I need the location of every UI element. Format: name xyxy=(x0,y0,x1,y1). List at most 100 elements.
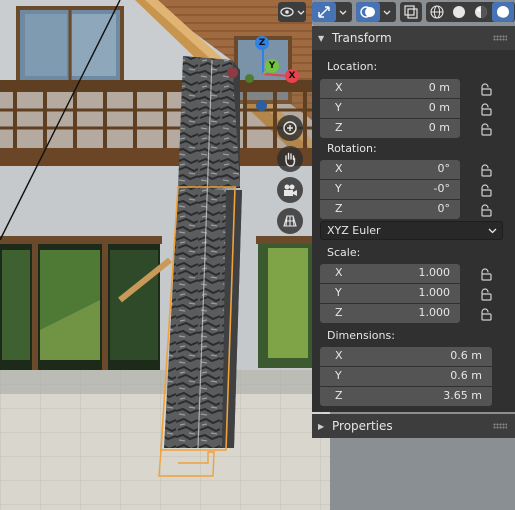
scale-z-field[interactable]: Z 1.000 xyxy=(320,304,460,323)
transform-panel-title: Transform xyxy=(332,31,392,45)
shading-material-button[interactable] xyxy=(470,2,492,22)
scale-y-value: 1.000 xyxy=(418,286,451,299)
drag-grip-icon[interactable] xyxy=(493,35,507,41)
gizmo-axis-z-label: Z xyxy=(258,38,266,48)
expanded-triangle-icon: ▼ xyxy=(318,33,325,43)
rotation-y-lock-icon[interactable] xyxy=(478,182,494,198)
dimensions-z-label: Z xyxy=(335,389,343,402)
dimensions-label: Dimensions: xyxy=(327,329,395,342)
location-y-lock-icon[interactable] xyxy=(478,101,494,117)
xray-group xyxy=(400,2,422,22)
shading-solid-button[interactable] xyxy=(448,2,470,22)
transform-panel-body: Location: X 0 m Y 0 m Z 0 m Rotation: X … xyxy=(312,50,515,412)
visibility-dropdown[interactable] xyxy=(296,2,306,22)
location-x-label: X xyxy=(335,81,343,94)
xray-toggle-button[interactable] xyxy=(400,2,422,22)
pan-button[interactable] xyxy=(277,146,303,172)
gizmo-axis-y-label: Y xyxy=(268,61,276,71)
gizmo-toggle-button[interactable] xyxy=(312,2,336,22)
collapsed-triangle-icon: ▶ xyxy=(318,421,325,431)
xray-icon xyxy=(404,5,418,19)
location-x-field[interactable]: X 0 m xyxy=(320,79,460,98)
rotation-y-field[interactable]: Y -0° xyxy=(320,180,460,199)
dimensions-z-field[interactable]: Z 3.65 m xyxy=(320,387,492,406)
rotation-mode-value: XYZ Euler xyxy=(327,224,381,237)
scale-x-label: X xyxy=(335,266,343,279)
rotation-z-value: 0° xyxy=(437,202,451,215)
shading-wireframe-button[interactable] xyxy=(426,2,448,22)
gizmo-axis-z[interactable]: Z xyxy=(255,36,269,50)
location-z-label: Z xyxy=(335,121,343,134)
viewport-overlay-group xyxy=(278,2,306,22)
rotation-label: Rotation: xyxy=(327,142,377,155)
overlays-toggle-button[interactable] xyxy=(356,2,380,22)
camera-view-button[interactable] xyxy=(277,177,303,203)
scale-y-field[interactable]: Y 1.000 xyxy=(320,284,460,303)
overlays-toggle-group xyxy=(356,2,396,22)
zoom-button[interactable] xyxy=(277,115,303,141)
location-label: Location: xyxy=(327,60,378,73)
solid-sphere-icon xyxy=(453,6,465,18)
scale-y-label: Y xyxy=(335,286,342,299)
visibility-eye-button[interactable] xyxy=(278,2,296,22)
rotation-x-lock-icon[interactable] xyxy=(478,162,494,178)
scale-z-lock-icon[interactable] xyxy=(478,306,494,322)
rotation-z-field[interactable]: Z 0° xyxy=(320,200,460,219)
hand-icon xyxy=(285,152,296,167)
gizmo-axis-neg-x[interactable] xyxy=(227,67,238,78)
drag-grip-icon[interactable] xyxy=(493,423,507,429)
location-z-value: 0 m xyxy=(428,121,450,134)
scale-z-value: 1.000 xyxy=(418,306,451,319)
rotation-x-field[interactable]: X 0° xyxy=(320,160,460,179)
rotation-x-value: 0° xyxy=(437,162,451,175)
wireframe-sphere-icon xyxy=(430,5,444,19)
shading-rendered-button[interactable] xyxy=(492,2,514,22)
dimensions-y-label: Y xyxy=(335,369,342,382)
gizmo-arrows-icon xyxy=(318,6,330,18)
location-y-value: 0 m xyxy=(428,101,450,114)
dimensions-x-value: 0.6 m xyxy=(450,349,482,362)
rotation-y-label: Y xyxy=(335,182,342,195)
location-x-value: 0 m xyxy=(428,81,450,94)
scale-x-lock-icon[interactable] xyxy=(478,266,494,282)
rendered-sphere-icon xyxy=(497,6,510,19)
dimensions-x-label: X xyxy=(335,349,343,362)
dimensions-y-field[interactable]: Y 0.6 m xyxy=(320,367,492,386)
rotation-z-lock-icon[interactable] xyxy=(478,202,494,218)
chevron-down-icon xyxy=(383,10,391,15)
shading-mode-group xyxy=(426,2,515,22)
perspective-toggle-button[interactable] xyxy=(277,208,303,234)
scale-label: Scale: xyxy=(327,246,361,259)
overlays-dropdown[interactable] xyxy=(380,2,394,22)
sidebar-panel: ▼ Transform Location: X 0 m Y 0 m Z 0 m … xyxy=(312,26,515,510)
overlays-icon xyxy=(360,6,375,18)
gizmo-axis-x[interactable]: X xyxy=(285,69,299,83)
material-sphere-icon xyxy=(475,6,487,18)
eye-icon xyxy=(280,7,294,17)
properties-panel-header[interactable]: ▶ Properties xyxy=(312,414,515,438)
rotation-mode-select[interactable]: XYZ Euler xyxy=(320,221,503,240)
rotation-x-label: X xyxy=(335,162,343,175)
chevron-down-icon xyxy=(339,10,347,15)
scale-z-label: Z xyxy=(335,306,343,319)
location-x-lock-icon[interactable] xyxy=(478,81,494,97)
location-z-field[interactable]: Z 0 m xyxy=(320,119,460,138)
scale-x-field[interactable]: X 1.000 xyxy=(320,264,460,283)
gizmo-toggle-group xyxy=(312,2,352,22)
transform-panel-header[interactable]: ▼ Transform xyxy=(312,26,515,50)
location-z-lock-icon[interactable] xyxy=(478,121,494,137)
camera-icon xyxy=(284,184,297,196)
gizmo-axis-neg-z[interactable] xyxy=(256,100,267,111)
chevron-down-icon xyxy=(297,10,305,15)
rotation-y-value: -0° xyxy=(433,182,450,195)
gizmo-dropdown[interactable] xyxy=(336,2,350,22)
zoom-magnifier-icon xyxy=(283,121,297,135)
gizmo-axis-y[interactable]: Y xyxy=(265,59,279,73)
scale-y-lock-icon[interactable] xyxy=(478,286,494,302)
gizmo-axis-x-label: X xyxy=(288,71,296,81)
location-y-field[interactable]: Y 0 m xyxy=(320,99,460,118)
sidebar-empty-area xyxy=(312,438,515,510)
gizmo-axis-neg-y[interactable] xyxy=(245,74,254,83)
dimensions-y-value: 0.6 m xyxy=(450,369,482,382)
dimensions-x-field[interactable]: X 0.6 m xyxy=(320,347,492,366)
